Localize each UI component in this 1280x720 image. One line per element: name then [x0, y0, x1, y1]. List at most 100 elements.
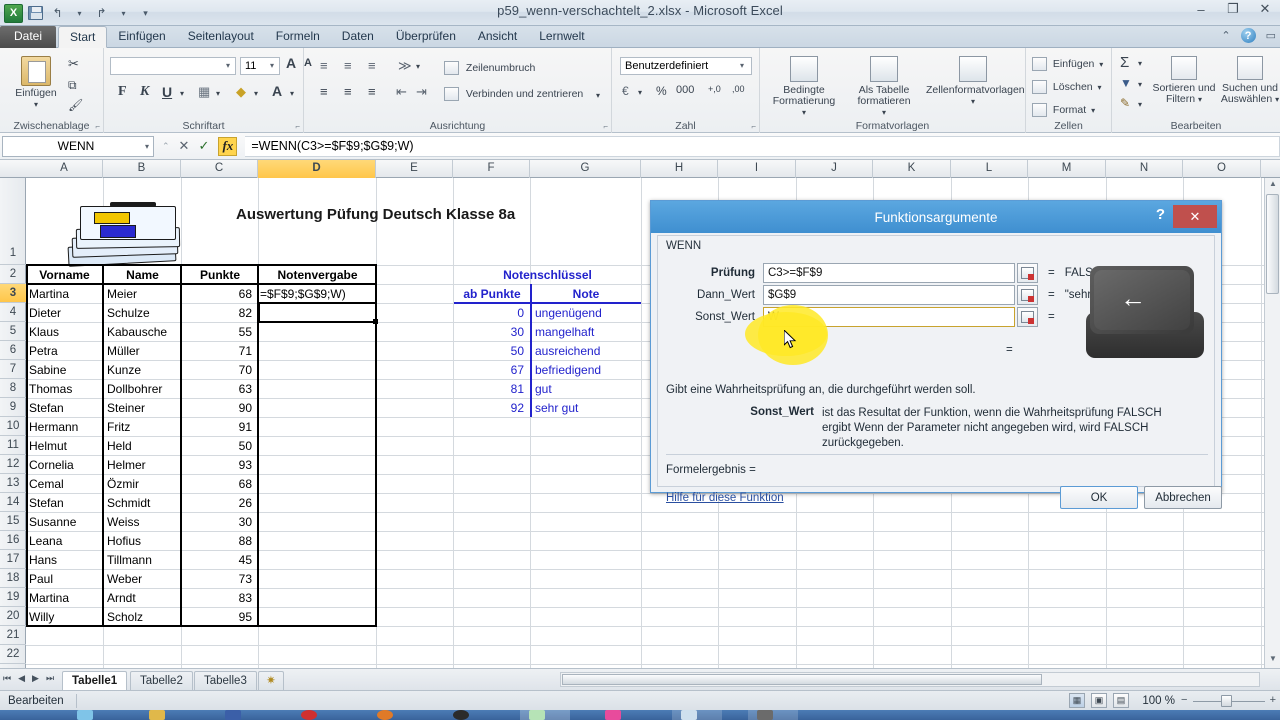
- accept-formula-icon[interactable]: ✓: [198, 138, 209, 154]
- row-header-21[interactable]: 21: [0, 626, 26, 645]
- cell-B9[interactable]: Steiner: [104, 398, 181, 417]
- borders-icon[interactable]: ▦: [198, 84, 210, 100]
- cell-B13[interactable]: Özmir: [104, 474, 181, 493]
- align-middle-icon[interactable]: ≡: [344, 58, 352, 73]
- col-header-A[interactable]: A: [26, 160, 103, 178]
- currency-dropdown-icon[interactable]: ▾: [638, 88, 642, 97]
- next-sheet-icon[interactable]: ▶: [32, 673, 39, 684]
- fill-dropdown2-icon[interactable]: ▾: [1138, 80, 1142, 89]
- cell-A15[interactable]: Susanne: [26, 512, 103, 531]
- align-right-icon[interactable]: ≡: [368, 84, 376, 99]
- taskbar-item-explorer[interactable]: [140, 710, 190, 720]
- row-header-13[interactable]: 13: [0, 474, 26, 493]
- row-header-1[interactable]: 1: [0, 178, 26, 265]
- cell-C18[interactable]: 73: [182, 569, 255, 588]
- formula-bar-buttons[interactable]: ⌃ ✕ ✓ fx: [154, 136, 245, 156]
- increase-indent-icon[interactable]: ⇥: [416, 84, 427, 100]
- merge-dropdown-icon[interactable]: ▾: [596, 91, 600, 100]
- tab-start[interactable]: Start: [58, 26, 108, 48]
- name-box-dropdown-icon[interactable]: ▾: [145, 142, 149, 151]
- cell-C20[interactable]: 95: [182, 607, 255, 626]
- insert-cells-button[interactable]: Einfügen ▾: [1032, 57, 1103, 71]
- cell-C7[interactable]: 70: [182, 360, 255, 379]
- copy-icon[interactable]: ⧉: [68, 78, 77, 93]
- cell-A18[interactable]: Paul: [26, 569, 103, 588]
- taskbar-item-pirate[interactable]: [444, 710, 494, 720]
- bold-button[interactable]: F: [118, 84, 127, 100]
- cell-F2-notenschluessel[interactable]: Notenschlüssel: [454, 265, 641, 284]
- row-header-6[interactable]: 6: [0, 341, 26, 360]
- cell-C14[interactable]: 26: [182, 493, 255, 512]
- cell-B14[interactable]: Schmidt: [104, 493, 181, 512]
- row-header-4[interactable]: 4: [0, 303, 26, 322]
- cell-F8[interactable]: 81: [454, 379, 527, 398]
- cell-B10[interactable]: Fritz: [104, 417, 181, 436]
- sort-filter-dropdown-icon[interactable]: ▾: [1198, 95, 1202, 104]
- minimize-button[interactable]: –: [1192, 2, 1210, 17]
- tab-seitenlayout[interactable]: Seitenlayout: [177, 26, 265, 48]
- cell-A20[interactable]: Willy: [26, 607, 103, 626]
- cell-C4[interactable]: 82: [182, 303, 255, 322]
- paste-button[interactable]: Einfügen ▾: [8, 56, 64, 110]
- insert-cells-dropdown-icon[interactable]: ▾: [1099, 60, 1103, 69]
- cell-A16[interactable]: Leana: [26, 531, 103, 550]
- cell-F5[interactable]: 30: [454, 322, 527, 341]
- cell-styles-dropdown-icon[interactable]: ▾: [926, 96, 1020, 107]
- cell-B2[interactable]: Name: [104, 265, 181, 284]
- vertical-scroll-thumb[interactable]: [1266, 194, 1279, 294]
- align-left-icon[interactable]: ≡: [320, 84, 328, 99]
- font-name-dropdown-icon[interactable]: ▾: [226, 61, 230, 70]
- cell-A12[interactable]: Cornelia: [26, 455, 103, 474]
- help-icon[interactable]: ?: [1240, 28, 1256, 43]
- sheet-tab-tabelle1[interactable]: Tabelle1: [62, 671, 128, 690]
- tab-datei[interactable]: Datei: [0, 26, 57, 48]
- row-header-20[interactable]: 20: [0, 607, 26, 626]
- view-page-layout-icon[interactable]: ▣: [1091, 693, 1107, 708]
- col-header-G[interactable]: G: [530, 160, 641, 178]
- cell-F7[interactable]: 67: [454, 360, 527, 379]
- zoom-knob[interactable]: [1221, 694, 1232, 707]
- cell-A14[interactable]: Stefan: [26, 493, 103, 512]
- cell-A8[interactable]: Thomas: [26, 379, 103, 398]
- close-button[interactable]: ✕: [1256, 1, 1274, 17]
- cell-C10[interactable]: 91: [182, 417, 255, 436]
- arg-input-dann-wert[interactable]: $G$9: [763, 284, 1015, 305]
- italic-button[interactable]: K: [140, 84, 149, 100]
- cell-C5[interactable]: 55: [182, 322, 255, 341]
- clear-dropdown-icon[interactable]: ▾: [1138, 100, 1142, 109]
- dialog-ok-button[interactable]: OK: [1060, 486, 1138, 509]
- cell-B17[interactable]: Tillmann: [104, 550, 181, 569]
- prev-sheet-icon[interactable]: ◀: [18, 673, 25, 684]
- underline-dropdown-icon[interactable]: ▾: [180, 89, 184, 98]
- cell-C16[interactable]: 88: [182, 531, 255, 550]
- fill-series-icon[interactable]: ▼: [1120, 76, 1132, 90]
- vertical-scrollbar[interactable]: ▲ ▼: [1264, 178, 1280, 668]
- row-header-7[interactable]: 7: [0, 360, 26, 379]
- sheet-tab-tabelle2[interactable]: Tabelle2: [130, 671, 193, 690]
- fill-handle[interactable]: [373, 319, 378, 324]
- cell-C9[interactable]: 90: [182, 398, 255, 417]
- cell-A6[interactable]: Petra: [26, 341, 103, 360]
- format-as-table-button[interactable]: Als Tabelle formatieren ▾: [846, 56, 922, 118]
- row-header-15[interactable]: 15: [0, 512, 26, 531]
- insert-function-icon[interactable]: fx: [218, 136, 238, 156]
- row-header-8[interactable]: 8: [0, 379, 26, 398]
- taskbar-item-window[interactable]: [672, 710, 722, 720]
- cell-styles-button[interactable]: Zellenformatvorlagen ▾: [926, 56, 1025, 107]
- currency-icon[interactable]: €: [622, 84, 629, 98]
- restore-button[interactable]: ❐: [1224, 1, 1242, 17]
- cell-G8[interactable]: gut: [532, 379, 641, 398]
- cell-G6[interactable]: ausreichend: [532, 341, 641, 360]
- align-bottom-icon[interactable]: ≡: [368, 58, 376, 73]
- grow-font-icon[interactable]: A: [286, 55, 296, 71]
- ribbon-tab-bar[interactable]: Datei Start Einfügen Seitenlayout Formel…: [0, 26, 1280, 48]
- conditional-formatting-button[interactable]: Bedingte Formatierung ▾: [766, 56, 842, 118]
- cell-C11[interactable]: 50: [182, 436, 255, 455]
- row-header-5[interactable]: 5: [0, 322, 26, 341]
- borders-dropdown-icon[interactable]: ▾: [216, 89, 220, 98]
- schriftart-dialog-launcher[interactable]: ⌐: [295, 122, 300, 131]
- orientation-dropdown-icon[interactable]: ▾: [416, 62, 420, 71]
- cell-C13[interactable]: 68: [182, 474, 255, 493]
- row-header-9[interactable]: 9: [0, 398, 26, 417]
- row-header-10[interactable]: 10: [0, 417, 26, 436]
